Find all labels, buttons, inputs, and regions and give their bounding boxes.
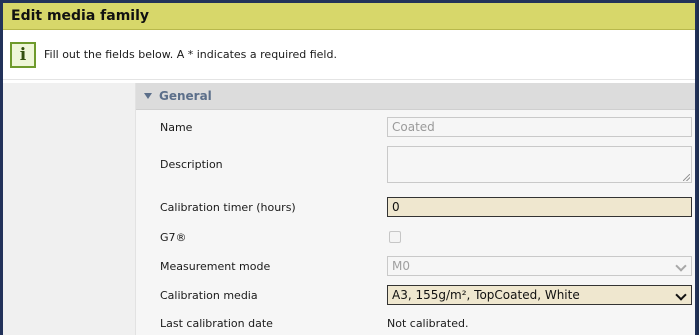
calibration-media-select[interactable]: A3, 155g/m², TopCoated, White bbox=[387, 285, 692, 305]
g7-checkbox[interactable] bbox=[389, 231, 401, 243]
name-input[interactable]: Coated bbox=[387, 117, 692, 137]
last-calibration-date-row: Last calibration date Not calibrated. bbox=[136, 315, 695, 331]
calibration-timer-row: Calibration timer (hours) 0 bbox=[136, 197, 695, 217]
description-row: Description bbox=[136, 146, 695, 183]
calibration-media-value: A3, 155g/m², TopCoated, White bbox=[392, 288, 580, 302]
g7-row: G7® bbox=[136, 229, 695, 245]
chevron-down-icon bbox=[675, 289, 687, 301]
calibration-timer-input[interactable]: 0 bbox=[387, 197, 692, 217]
edit-media-family-dialog: Edit media family i Fill out the fields … bbox=[0, 0, 697, 335]
description-label: Description bbox=[160, 158, 223, 171]
last-calibration-date-label: Last calibration date bbox=[160, 316, 273, 330]
info-icon-glyph: i bbox=[19, 44, 27, 65]
dialog-title: Edit media family bbox=[11, 8, 150, 24]
chevron-down-icon bbox=[675, 260, 687, 272]
info-text: Fill out the fields below. A * indicates… bbox=[44, 48, 337, 61]
section-title: General bbox=[159, 89, 212, 103]
measurement-mode-label: Measurement mode bbox=[160, 259, 271, 273]
resize-grip-icon[interactable] bbox=[683, 174, 690, 181]
form-area: General Name Coated Description Calibrat… bbox=[3, 83, 695, 335]
collapse-triangle-icon[interactable] bbox=[144, 93, 152, 99]
name-label: Name bbox=[160, 120, 193, 134]
measurement-mode-value: M0 bbox=[392, 259, 410, 273]
measurement-mode-select[interactable]: M0 bbox=[387, 256, 692, 276]
calibration-timer-label: Calibration timer (hours) bbox=[160, 200, 296, 214]
name-row: Name Coated bbox=[136, 117, 695, 137]
g7-label: G7® bbox=[160, 230, 187, 244]
last-calibration-date-value: Not calibrated. bbox=[387, 316, 469, 330]
calibration-media-row: Calibration media A3, 155g/m², TopCoated… bbox=[136, 285, 695, 305]
general-section-header[interactable]: General bbox=[136, 83, 695, 110]
measurement-mode-row: Measurement mode M0 bbox=[136, 256, 695, 276]
info-icon: i bbox=[10, 41, 36, 68]
dialog-titlebar: Edit media family bbox=[3, 3, 695, 30]
description-textarea[interactable] bbox=[387, 146, 692, 183]
info-banner: i Fill out the fields below. A * indicat… bbox=[3, 30, 695, 80]
general-section: General Name Coated Description Calibrat… bbox=[135, 83, 695, 335]
calibration-media-label: Calibration media bbox=[160, 288, 258, 302]
